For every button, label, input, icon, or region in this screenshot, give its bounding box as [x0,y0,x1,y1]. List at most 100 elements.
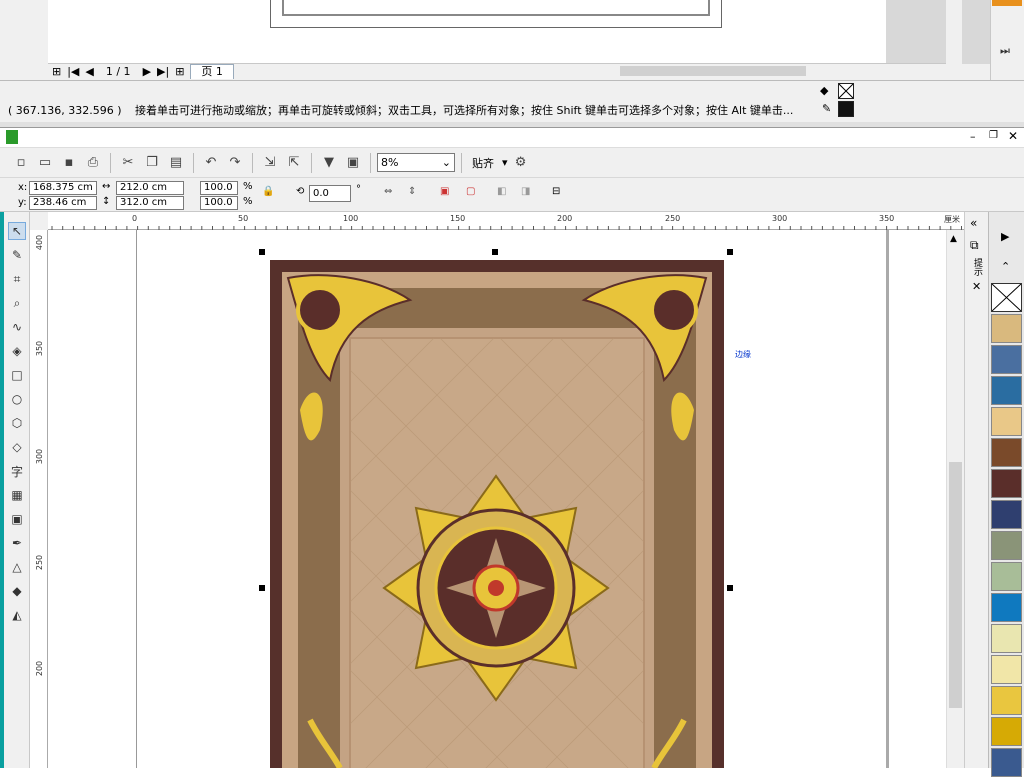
shape-tool-icon[interactable]: ✎ [8,246,26,264]
next-page-icon[interactable]: ▶ [143,65,151,78]
align-distribute-icon[interactable]: ⊟ [552,186,560,197]
selection-handle[interactable] [492,249,498,255]
palette-swatch[interactable] [991,562,1022,591]
add-page-after-icon[interactable]: ⊞ [175,65,184,78]
fill-tool-icon[interactable]: ◆ [8,582,26,600]
text-tool-icon[interactable]: 字 [8,462,26,480]
palette-swatch[interactable] [991,593,1022,622]
selection-handle[interactable] [727,249,733,255]
previous-vertical-scrollbar[interactable] [946,0,962,64]
vertical-scroll-thumb[interactable] [949,462,962,708]
eyedropper-tool-icon[interactable]: ✒ [8,534,26,552]
basic-shapes-tool-icon[interactable]: ◇ [8,438,26,456]
palette-swatch[interactable] [991,345,1022,374]
x-position-field[interactable]: 168.375 cm [29,181,97,195]
freehand-tool-icon[interactable]: ∿ [8,318,26,336]
interactive-fill-tool-icon[interactable]: ◭ [8,606,26,624]
group-icon[interactable]: ▣ [440,186,449,197]
first-page-icon[interactable]: |◀ [67,65,79,78]
table-tool-icon[interactable]: ▦ [8,486,26,504]
welcome-screen-icon[interactable]: ▣ [342,152,364,174]
new-document-icon[interactable]: ▫ [10,152,32,174]
prev-page-icon[interactable]: ◀ [85,65,93,78]
scale-x-field[interactable]: 100.0 [200,181,238,195]
width-field[interactable]: 212.0 cm [116,181,184,195]
previous-palette-swatch[interactable] [992,0,1022,6]
smart-fill-tool-icon[interactable]: ◈ [8,342,26,360]
palette-swatch[interactable] [991,531,1022,560]
combine-icon[interactable]: ◧ [497,186,506,197]
selection-handle[interactable] [259,585,265,591]
zoom-tool-icon[interactable]: ⌕ [8,294,26,312]
docker-tab-label[interactable]: 提示 [971,258,984,276]
palette-scroll-up-icon[interactable]: ⌃ [1001,260,1010,273]
rectangle-tool-icon[interactable]: □ [8,366,26,384]
redo-icon[interactable]: ↷ [224,152,246,174]
close-icon[interactable]: ✕ [1008,129,1018,143]
cut-icon[interactable]: ✂ [117,152,139,174]
docker-tab-icon[interactable]: ⧉ [970,238,979,253]
palette-swatch[interactable] [991,407,1022,436]
fill-icon[interactable]: ◆ [820,84,828,97]
print-icon[interactable]: ⎙ [82,152,104,174]
crop-tool-icon[interactable]: ⌗ [8,270,26,288]
ellipse-tool-icon[interactable]: ○ [8,390,26,408]
palette-swatch[interactable] [991,748,1022,777]
carpet-design[interactable] [260,250,732,768]
palette-swatch[interactable] [991,500,1022,529]
horizontal-ruler[interactable]: 0 50 100 150 200 250 300 350 厘米 [48,212,964,230]
palette-swatch[interactable] [991,624,1022,653]
palette-swatch[interactable] [991,469,1022,498]
palette-swatch[interactable] [991,376,1022,405]
paste-icon[interactable]: ▤ [165,152,187,174]
height-field[interactable]: 312.0 cm [116,196,184,210]
palette-play-icon[interactable]: ▶ [1001,230,1009,243]
scroll-up-icon[interactable]: ▲ [950,234,957,244]
selection-handle[interactable] [259,249,265,255]
save-icon[interactable]: ▪ [58,152,80,174]
last-page-icon[interactable]: ▶| [157,65,169,78]
palette-swatch[interactable] [991,314,1022,343]
minimize-icon[interactable]: – [970,130,976,143]
vertical-ruler[interactable]: 400 350 300 250 200 [30,230,48,768]
previous-next-icon[interactable]: ⏭ [1000,44,1010,58]
mirror-vertical-icon[interactable]: ⇕ [408,186,416,197]
copy-icon[interactable]: ❐ [141,152,163,174]
palette-swatch[interactable] [991,655,1022,684]
export-icon[interactable]: ⇱ [283,152,305,174]
no-color-swatch[interactable] [991,283,1022,312]
import-icon[interactable]: ⇲ [259,152,281,174]
snap-dropdown-icon[interactable]: ▾ [502,156,508,169]
close-docker-icon[interactable]: ✕ [972,280,981,293]
scale-y-field[interactable]: 100.0 [200,196,238,210]
page-tab[interactable]: 页 1 [190,64,234,79]
zoom-level-select[interactable]: 8% ⌄ [377,153,455,172]
rotation-field[interactable]: 0.0 [309,185,351,202]
y-position-field[interactable]: 238.46 cm [29,196,97,210]
break-apart-icon[interactable]: ◨ [521,186,530,197]
fill-none-swatch[interactable] [838,83,854,99]
polygon-tool-icon[interactable]: ⬡ [8,414,26,432]
dimension-tool-icon[interactable]: ▣ [8,510,26,528]
palette-swatch[interactable] [991,717,1022,746]
add-page-icon[interactable]: ⊞ [52,65,61,78]
restore-icon[interactable]: ❐ [989,130,998,141]
ruler-corner[interactable] [30,212,48,230]
collapse-docker-icon[interactable]: « [970,216,977,230]
selection-handle[interactable] [727,585,733,591]
launcher-icon[interactable]: ▼ [318,152,340,174]
outline-pen-icon[interactable]: ✎ [822,102,831,115]
snap-to-menu[interactable]: 贴齐 [472,155,494,171]
pick-tool-icon[interactable]: ↖ [8,222,26,240]
previous-scroll-thumb[interactable] [620,66,806,76]
undo-icon[interactable]: ↶ [200,152,222,174]
ungroup-icon[interactable]: ▢ [466,186,475,197]
outline-tool-icon[interactable]: △ [8,558,26,576]
open-folder-icon[interactable]: ▭ [34,152,56,174]
lock-ratio-icon[interactable]: 🔒 [262,186,274,197]
palette-swatch[interactable] [991,686,1022,715]
mirror-horizontal-icon[interactable]: ⇔ [384,186,392,197]
palette-swatch[interactable] [991,438,1022,467]
outline-color-swatch[interactable] [838,101,854,117]
options-icon[interactable]: ⚙ [510,152,532,174]
